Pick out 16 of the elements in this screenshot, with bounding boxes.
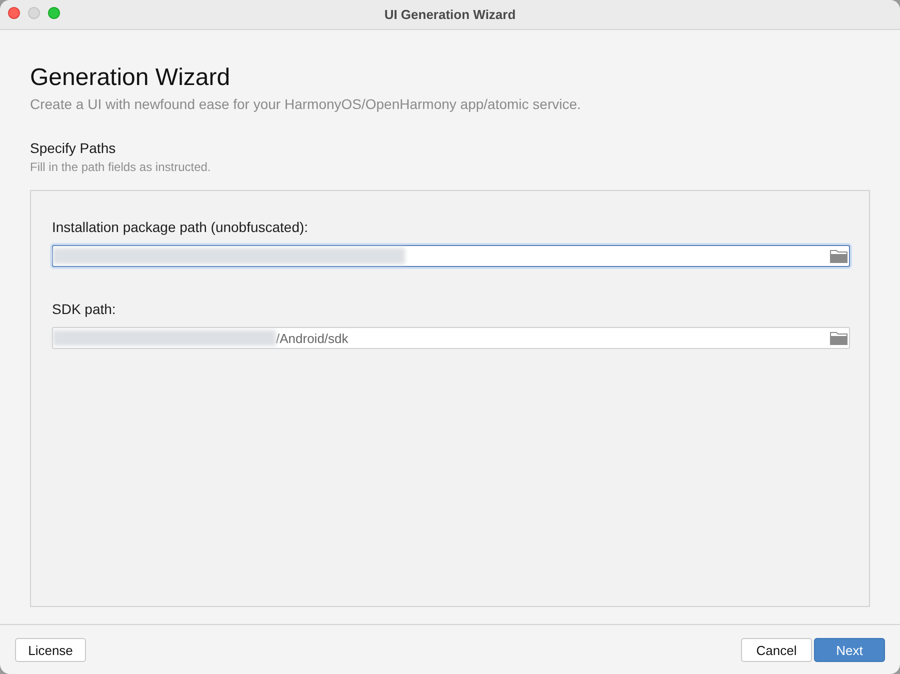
- close-window-icon[interactable]: [8, 7, 20, 19]
- path-field[interactable]: [52, 245, 850, 267]
- wizard-heading: Generation Wizard: [30, 64, 230, 92]
- path-field[interactable]: /Android/sdk: [52, 327, 850, 349]
- zoom-window-icon[interactable]: [48, 7, 60, 19]
- license-button[interactable]: License: [15, 638, 86, 662]
- cancel-button[interactable]: Cancel: [741, 638, 812, 662]
- folder-icon[interactable]: [830, 331, 848, 345]
- field-label: Installation package path (unobfuscated):: [52, 218, 308, 236]
- folder-icon[interactable]: [830, 249, 848, 263]
- section-title: Specify Paths: [30, 139, 116, 157]
- section-hint: Fill in the path fields as instructed.: [30, 159, 211, 175]
- window-title: UI Generation Wizard: [384, 7, 516, 22]
- wizard-subtitle: Create a UI with newfound ease for your HarmonyOS/OpenHarmony app/atomic service.: [30, 95, 581, 113]
- next-button[interactable]: Next: [814, 638, 885, 662]
- field-label: SDK path:: [52, 300, 116, 318]
